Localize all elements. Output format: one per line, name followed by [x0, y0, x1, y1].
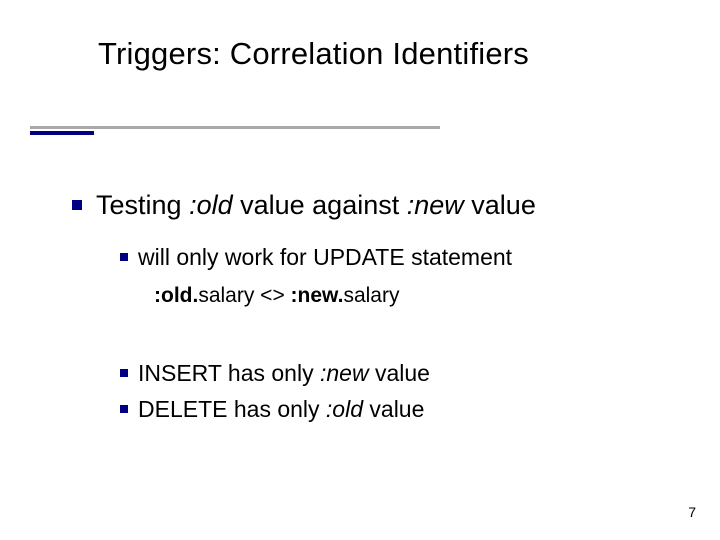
keyword-new: :new — [407, 190, 464, 220]
keyword-old: :old — [326, 396, 363, 422]
text: value against — [233, 190, 407, 220]
bullet-level2: DELETE has only :old value — [120, 396, 424, 423]
keyword-old: :old — [189, 190, 233, 220]
text: Testing — [96, 190, 189, 220]
text: will only work for UPDATE statement — [138, 244, 512, 270]
text: salary — [343, 284, 399, 307]
title-underline — [30, 126, 440, 135]
rule-navy — [30, 131, 94, 135]
text: INSERT has only — [138, 360, 320, 386]
text: value — [464, 190, 536, 220]
page-number: 7 — [688, 504, 696, 520]
keyword-old-bold: :old. — [154, 284, 198, 307]
square-bullet-icon — [120, 369, 128, 377]
text: salary <> — [198, 284, 290, 307]
slide: Triggers: Correlation Identifiers Testin… — [0, 0, 720, 540]
bullet-level2: will only work for UPDATE statement — [120, 244, 512, 271]
keyword-new-bold: :new. — [291, 284, 344, 307]
code-example: :old.salary <> :new.salary — [154, 284, 399, 308]
square-bullet-icon — [120, 405, 128, 413]
text: DELETE has only — [138, 396, 326, 422]
square-bullet-icon — [120, 253, 128, 261]
rule-gray — [30, 126, 440, 129]
square-bullet-icon — [72, 200, 82, 210]
slide-title: Triggers: Correlation Identifiers — [98, 36, 529, 72]
text: value — [363, 396, 424, 422]
bullet-level1: Testing :old value against :new value — [72, 190, 536, 221]
keyword-new: :new — [320, 360, 369, 386]
bullet-level2: INSERT has only :new value — [120, 360, 430, 387]
text: value — [369, 360, 430, 386]
